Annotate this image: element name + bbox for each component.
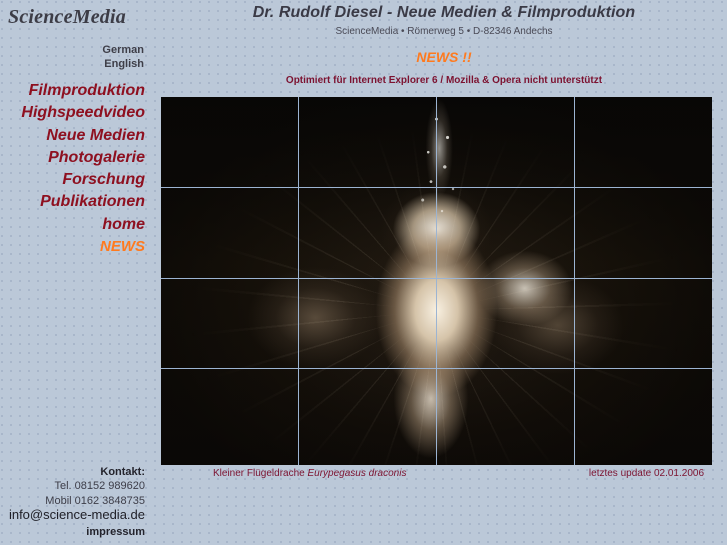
brand-logo: ScienceMedia (8, 6, 126, 28)
last-update-label: letztes update 02.01.2006 (588, 468, 704, 479)
contact-impressum-link[interactable]: impressum (9, 523, 145, 540)
language-link-english[interactable]: English (102, 57, 144, 71)
contact-block: Kontakt: Tel. 08152 989620 Mobil 0162 38… (9, 465, 145, 540)
nav-item-forschung[interactable]: Forschung (21, 169, 145, 191)
nav-item-neue-medien[interactable]: Neue Medien (21, 125, 145, 147)
contact-email-link[interactable]: info@science-media.de (9, 507, 145, 523)
feature-photo-bubbles (161, 97, 712, 465)
language-nav: German English (102, 43, 144, 71)
main-navigation: Filmproduktion Highspeedvideo Neue Medie… (21, 80, 145, 258)
nav-item-photogalerie[interactable]: Photogalerie (21, 147, 145, 169)
nav-item-publikationen[interactable]: Publikationen (21, 191, 145, 213)
feature-photo[interactable] (161, 97, 712, 465)
contact-mobile: Mobil 0162 3848735 (45, 494, 145, 507)
caption-species-name: Eurypegasus draconis (307, 468, 407, 479)
caption-common-name: Kleiner Flügeldrache (213, 468, 308, 479)
site-header: Dr. Rudolf Diesel - Neue Medien & Filmpr… (161, 0, 727, 86)
news-banner: NEWS !! (416, 49, 472, 65)
left-sidebar: ScienceMedia German English Filmprodukti… (0, 0, 150, 545)
nav-item-filmproduktion[interactable]: Filmproduktion (21, 80, 145, 102)
contact-heading: Kontakt: (100, 465, 145, 478)
nav-item-highspeedvideo[interactable]: Highspeedvideo (21, 102, 145, 124)
image-caption-species: Kleiner Flügeldrache Eurypegasus draconi… (213, 468, 406, 479)
nav-item-news[interactable]: NEWS (21, 236, 145, 258)
page-subtitle-address: ScienceMedia • Römerweg 5 • D-82346 Ande… (335, 26, 553, 37)
browser-compatibility-notice: Optimiert für Internet Explorer 6 / Mozi… (285, 75, 603, 86)
contact-phone: Tel. 08152 989620 (54, 480, 145, 492)
nav-item-home[interactable]: home (21, 214, 145, 236)
image-caption-bar: Kleiner Flügeldrache Eurypegasus draconi… (161, 468, 712, 484)
page-title: Dr. Rudolf Diesel - Neue Medien & Filmpr… (252, 4, 636, 21)
language-link-german[interactable]: German (102, 43, 144, 57)
